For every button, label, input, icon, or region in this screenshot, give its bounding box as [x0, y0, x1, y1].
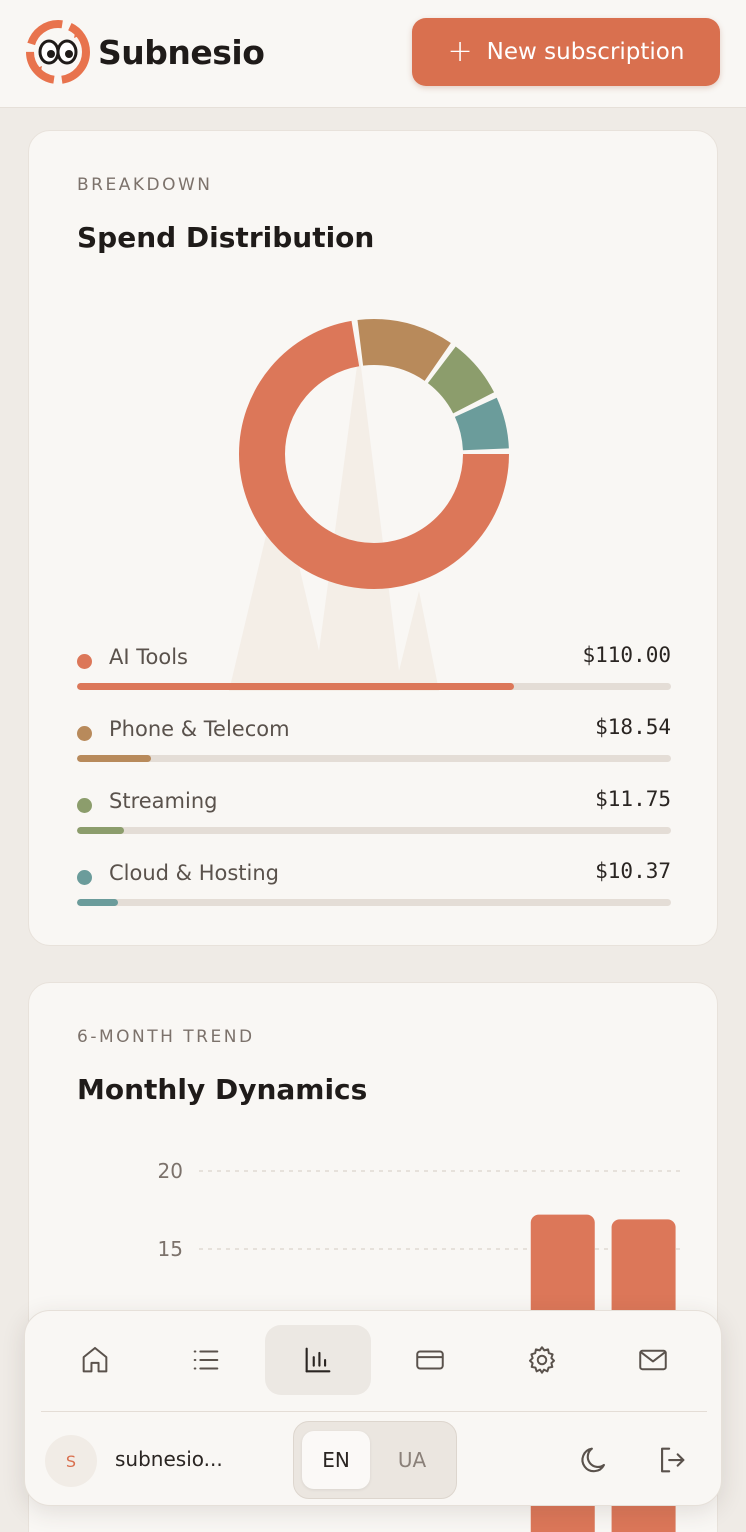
user-name: subnesio...	[115, 1447, 223, 1471]
nav-settings[interactable]	[486, 1325, 598, 1395]
legend-name: AI Tools	[109, 645, 188, 669]
avatar[interactable]: S	[45, 1435, 97, 1487]
legend-amount: $110.00	[582, 643, 671, 667]
home-icon	[82, 1346, 108, 1373]
lang-ua-button[interactable]: UA	[378, 1431, 446, 1489]
moon-icon[interactable]	[577, 1443, 611, 1477]
spend-distribution-title: Spend Distribution	[77, 221, 375, 254]
legend-name: Phone & Telecom	[109, 717, 290, 741]
avatar-initial: S	[65, 1451, 77, 1471]
credit-card-icon	[416, 1350, 444, 1370]
monthly-dynamics-title: Monthly Dynamics	[77, 1073, 368, 1106]
legend-name: Cloud & Hosting	[109, 861, 279, 885]
logout-icon[interactable]	[655, 1443, 689, 1477]
legend-amount: $18.54	[595, 715, 671, 739]
legend-dot	[77, 798, 92, 813]
mail-icon	[639, 1349, 667, 1371]
nav-analytics[interactable]	[265, 1325, 372, 1395]
legend-bar-fill	[77, 755, 151, 762]
app-name: Subnesio	[98, 32, 265, 72]
gear-icon	[528, 1346, 555, 1374]
plus-icon: +	[447, 34, 473, 69]
legend-bar-track	[77, 755, 671, 762]
nav-divider	[41, 1411, 707, 1412]
legend-amount: $11.75	[595, 787, 671, 811]
logo-icon	[26, 20, 90, 84]
legend-item[interactable]: Streaming $11.75	[77, 785, 671, 857]
legend-dot	[77, 654, 92, 669]
app-logo[interactable]: Subnesio	[24, 18, 265, 86]
language-switch: EN UA	[293, 1421, 457, 1499]
spend-distribution-card: BREAKDOWN Spend Distribution AI Tools $11…	[28, 130, 718, 946]
legend-amount: $10.37	[595, 859, 671, 883]
spend-donut-chart	[239, 319, 509, 589]
legend-bar-track	[77, 683, 671, 690]
legend-bar-fill	[77, 683, 514, 690]
new-subscription-label: New subscription	[486, 39, 685, 65]
lang-en-button[interactable]: EN	[302, 1431, 370, 1489]
legend-dot	[77, 870, 92, 885]
nav-list[interactable]	[151, 1325, 263, 1395]
bottom-navigation: S subnesio... EN UA	[24, 1310, 722, 1506]
legend-item[interactable]: Phone & Telecom $18.54	[77, 713, 671, 785]
legend-bar-track	[77, 899, 671, 906]
legend-bar-fill	[77, 827, 124, 834]
trend-eyebrow: 6-MONTH TREND	[77, 1027, 255, 1047]
nav-tabs	[39, 1325, 709, 1395]
legend-dot	[77, 726, 92, 741]
breakdown-eyebrow: BREAKDOWN	[77, 175, 213, 195]
nav-home[interactable]	[39, 1325, 151, 1395]
bar-chart-icon	[305, 1347, 331, 1373]
legend-item[interactable]: AI Tools $110.00	[77, 641, 671, 713]
y-tick-label: 20	[158, 1159, 183, 1183]
legend-bar-fill	[77, 899, 119, 906]
y-tick-label: 15	[158, 1237, 183, 1261]
new-subscription-button[interactable]: + New subscription	[412, 18, 720, 86]
app-header: Subnesio + New subscription	[0, 0, 746, 108]
legend-name: Streaming	[109, 789, 218, 813]
nav-messages[interactable]	[597, 1325, 709, 1395]
list-icon	[194, 1350, 219, 1370]
nav-cards[interactable]	[374, 1325, 486, 1395]
legend-item[interactable]: Cloud & Hosting $10.37	[77, 857, 671, 929]
legend-bar-track	[77, 827, 671, 834]
spend-legend: AI Tools $110.00 Phone & Telecom $18.54 Stre…	[77, 641, 671, 929]
